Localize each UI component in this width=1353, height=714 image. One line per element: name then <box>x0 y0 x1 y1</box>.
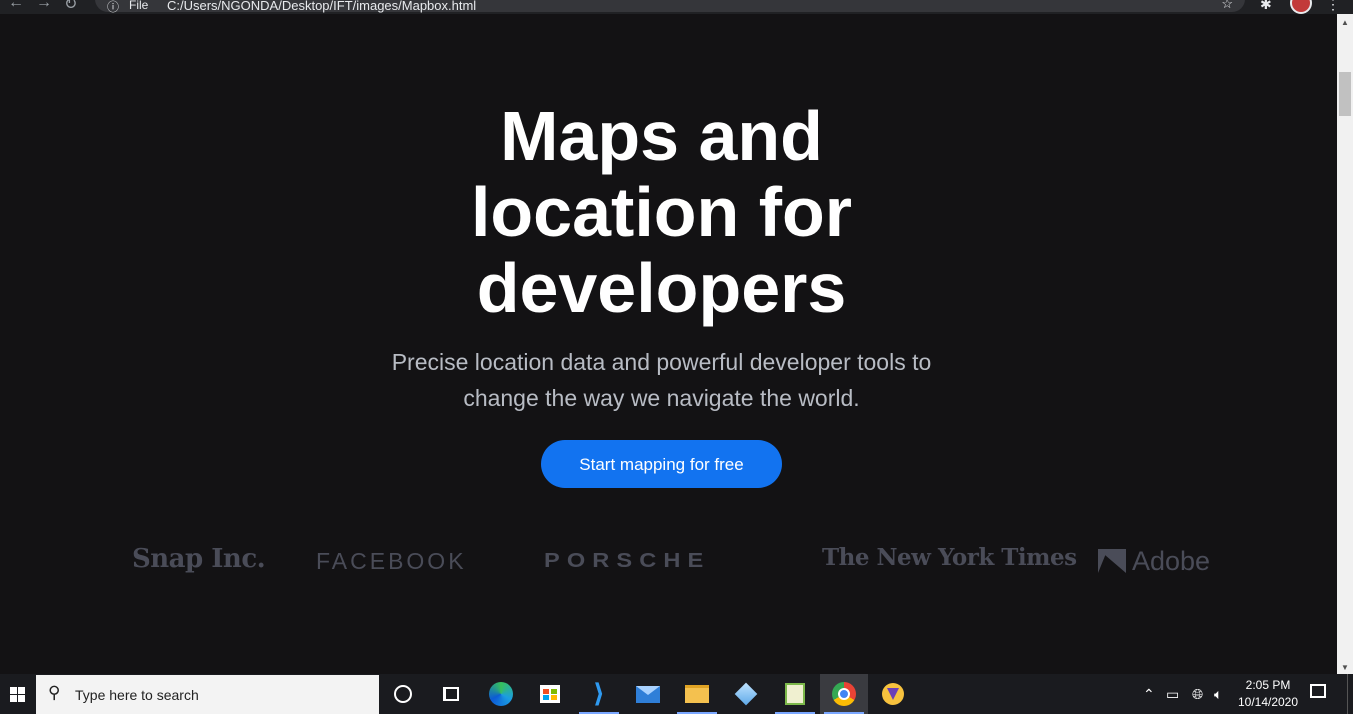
hero-title-line: Maps and <box>500 97 823 175</box>
forward-icon[interactable]: → <box>36 0 52 12</box>
menu-icon[interactable]: ⋮ <box>1326 0 1340 13</box>
bookmark-star-icon[interactable]: ☆ <box>1221 0 1233 12</box>
notepad-icon <box>785 683 805 705</box>
notification-icon[interactable] <box>1310 684 1326 698</box>
show-desktop-button[interactable] <box>1347 674 1348 714</box>
virtualbox-app[interactable] <box>722 674 770 714</box>
start-button[interactable] <box>0 674 35 714</box>
folder-icon <box>685 685 709 703</box>
porsche-logo: PORSCHE <box>544 550 711 572</box>
hero-title-line: location for <box>470 173 853 251</box>
page-viewport: Maps and location for developers Precise… <box>0 14 1337 674</box>
vscode-app[interactable]: ⟩ <box>575 674 623 714</box>
page-scrollbar[interactable]: ▲ ▼ <box>1337 14 1353 674</box>
file-explorer-app[interactable] <box>673 674 721 714</box>
cortana-icon <box>394 685 412 703</box>
cube-icon <box>734 682 758 706</box>
task-view-button[interactable] <box>427 674 475 714</box>
store-icon <box>540 685 560 703</box>
reload-icon[interactable]: ↻ <box>64 0 77 14</box>
edge-icon <box>489 682 513 706</box>
battery-icon[interactable]: ▭ <box>1166 674 1179 714</box>
scroll-up-icon[interactable]: ▲ <box>1341 18 1349 27</box>
hero-subtitle-line: Precise location data and powerful devel… <box>391 349 932 375</box>
nyt-logo: The New York Times <box>822 544 1077 571</box>
profile-avatar[interactable] <box>1290 0 1312 14</box>
adobe-logo-text: Adobe <box>1132 546 1211 576</box>
brave-app[interactable] <box>869 674 917 714</box>
clock-time: 2:05 PM <box>1245 678 1291 692</box>
taskbar-search[interactable]: ⚲ Type here to search <box>36 675 379 714</box>
edge-app[interactable] <box>477 674 525 714</box>
hero-subtitle: Precise location data and powerful devel… <box>0 344 1323 416</box>
brave-icon <box>882 683 904 705</box>
scroll-down-icon[interactable]: ▼ <box>1341 663 1349 672</box>
vscode-icon: ⟩ <box>593 679 605 709</box>
volume-icon[interactable]: 🔈︎ <box>1214 674 1222 714</box>
store-app[interactable] <box>526 674 574 714</box>
customer-logos: Snap Inc. FACEBOOK PORSCHE The New York … <box>0 544 1337 584</box>
url-scheme: File <box>129 0 149 12</box>
chrome-app[interactable] <box>820 674 868 714</box>
search-icon: ⚲ <box>48 683 61 702</box>
adobe-mark-icon <box>1098 549 1126 573</box>
url-text[interactable]: C:/Users/NGONDA/Desktop/IFT/images/Mapbo… <box>167 0 476 13</box>
notepad-app[interactable] <box>771 674 819 714</box>
browser-toolbar: ← → ↻ ⓘ File C:/Users/NGONDA/Desktop/IFT… <box>0 0 1353 14</box>
mail-app[interactable] <box>624 674 672 714</box>
system-clock[interactable]: 2:05 PM 10/14/2020 <box>1234 677 1302 711</box>
start-mapping-button[interactable]: Start mapping for free <box>541 440 782 488</box>
hero-title-line: developers <box>476 249 847 327</box>
chrome-icon <box>832 682 856 706</box>
taskbar: ⚲ Type here to search ⟩ ⌃ ▭ 🌐︎ 🔈︎ 2:05 P… <box>0 674 1353 714</box>
scrollbar-thumb[interactable] <box>1339 72 1351 116</box>
adobe-logo: Adobe <box>1098 546 1210 577</box>
address-bar[interactable]: ⓘ File C:/Users/NGONDA/Desktop/IFT/image… <box>95 0 1245 14</box>
mail-icon <box>636 685 660 703</box>
cortana-button[interactable] <box>379 674 427 714</box>
task-view-icon <box>443 687 459 701</box>
search-placeholder: Type here to search <box>75 687 199 703</box>
clock-date: 10/14/2020 <box>1237 695 1299 709</box>
chevron-up-icon[interactable]: ⌃ <box>1143 674 1155 714</box>
extensions-icon[interactable]: ✱ <box>1260 0 1272 13</box>
hero-title: Maps and location for developers <box>0 98 1323 326</box>
facebook-logo: FACEBOOK <box>316 548 467 574</box>
snap-logo: Snap Inc. <box>132 544 266 574</box>
hero-subtitle-line: change the way we navigate the world. <box>463 385 860 411</box>
windows-logo-icon <box>10 686 25 702</box>
back-icon[interactable]: ← <box>8 0 24 12</box>
info-icon[interactable]: ⓘ <box>107 0 119 14</box>
network-globe-icon[interactable]: 🌐︎ <box>1192 674 1203 714</box>
